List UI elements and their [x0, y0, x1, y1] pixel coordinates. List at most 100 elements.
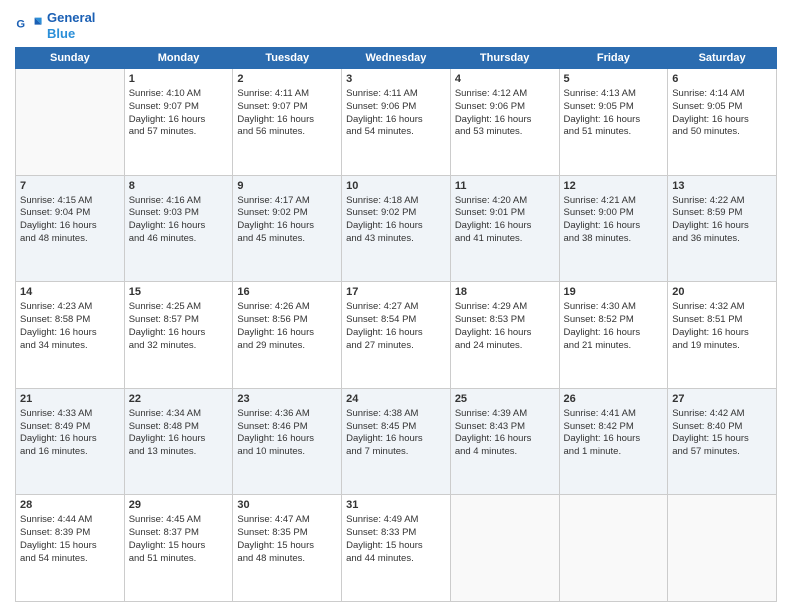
day-detail: Sunrise: 4:30 AM Sunset: 8:52 PM Dayligh… [564, 301, 664, 352]
day-number: 15 [129, 285, 229, 300]
day-number: 24 [346, 392, 446, 407]
day-number: 7 [20, 179, 120, 194]
day-detail: Sunrise: 4:44 AM Sunset: 8:39 PM Dayligh… [20, 514, 120, 565]
header-saturday: Saturday [668, 48, 777, 69]
calendar-cell: 18Sunrise: 4:29 AM Sunset: 8:53 PM Dayli… [450, 282, 559, 389]
calendar-table: Sunday Monday Tuesday Wednesday Thursday… [15, 47, 777, 602]
day-detail: Sunrise: 4:12 AM Sunset: 9:06 PM Dayligh… [455, 88, 555, 139]
header-thursday: Thursday [450, 48, 559, 69]
calendar-cell: 21Sunrise: 4:33 AM Sunset: 8:49 PM Dayli… [16, 388, 125, 495]
calendar-cell [450, 495, 559, 602]
day-number: 28 [20, 498, 120, 513]
day-number: 22 [129, 392, 229, 407]
day-number: 12 [564, 179, 664, 194]
calendar-week-4: 21Sunrise: 4:33 AM Sunset: 8:49 PM Dayli… [16, 388, 777, 495]
day-number: 31 [346, 498, 446, 513]
day-number: 21 [20, 392, 120, 407]
calendar-cell: 4Sunrise: 4:12 AM Sunset: 9:06 PM Daylig… [450, 69, 559, 176]
calendar-cell: 26Sunrise: 4:41 AM Sunset: 8:42 PM Dayli… [559, 388, 668, 495]
day-detail: Sunrise: 4:10 AM Sunset: 9:07 PM Dayligh… [129, 88, 229, 139]
day-detail: Sunrise: 4:33 AM Sunset: 8:49 PM Dayligh… [20, 408, 120, 459]
day-detail: Sunrise: 4:18 AM Sunset: 9:02 PM Dayligh… [346, 195, 446, 246]
calendar-cell: 11Sunrise: 4:20 AM Sunset: 9:01 PM Dayli… [450, 175, 559, 282]
calendar-cell: 12Sunrise: 4:21 AM Sunset: 9:00 PM Dayli… [559, 175, 668, 282]
calendar-cell: 24Sunrise: 4:38 AM Sunset: 8:45 PM Dayli… [342, 388, 451, 495]
svg-text:G: G [16, 18, 25, 30]
calendar-cell: 13Sunrise: 4:22 AM Sunset: 8:59 PM Dayli… [668, 175, 777, 282]
day-number: 10 [346, 179, 446, 194]
logo-line2: Blue [47, 26, 95, 42]
day-detail: Sunrise: 4:11 AM Sunset: 9:06 PM Dayligh… [346, 88, 446, 139]
day-number: 3 [346, 72, 446, 87]
calendar-cell: 29Sunrise: 4:45 AM Sunset: 8:37 PM Dayli… [124, 495, 233, 602]
day-detail: Sunrise: 4:32 AM Sunset: 8:51 PM Dayligh… [672, 301, 772, 352]
page-header: G General Blue [15, 10, 777, 41]
day-number: 30 [237, 498, 337, 513]
day-detail: Sunrise: 4:17 AM Sunset: 9:02 PM Dayligh… [237, 195, 337, 246]
day-detail: Sunrise: 4:49 AM Sunset: 8:33 PM Dayligh… [346, 514, 446, 565]
day-detail: Sunrise: 4:27 AM Sunset: 8:54 PM Dayligh… [346, 301, 446, 352]
day-detail: Sunrise: 4:38 AM Sunset: 8:45 PM Dayligh… [346, 408, 446, 459]
logo: G General Blue [15, 10, 95, 41]
calendar-cell [559, 495, 668, 602]
calendar-cell [668, 495, 777, 602]
day-detail: Sunrise: 4:11 AM Sunset: 9:07 PM Dayligh… [237, 88, 337, 139]
calendar-cell: 8Sunrise: 4:16 AM Sunset: 9:03 PM Daylig… [124, 175, 233, 282]
day-detail: Sunrise: 4:22 AM Sunset: 8:59 PM Dayligh… [672, 195, 772, 246]
header-sunday: Sunday [16, 48, 125, 69]
calendar-cell: 25Sunrise: 4:39 AM Sunset: 8:43 PM Dayli… [450, 388, 559, 495]
day-detail: Sunrise: 4:41 AM Sunset: 8:42 PM Dayligh… [564, 408, 664, 459]
day-number: 17 [346, 285, 446, 300]
day-detail: Sunrise: 4:29 AM Sunset: 8:53 PM Dayligh… [455, 301, 555, 352]
calendar-cell: 6Sunrise: 4:14 AM Sunset: 9:05 PM Daylig… [668, 69, 777, 176]
logo-line1: General [47, 10, 95, 26]
day-number: 20 [672, 285, 772, 300]
header-tuesday: Tuesday [233, 48, 342, 69]
calendar-cell: 30Sunrise: 4:47 AM Sunset: 8:35 PM Dayli… [233, 495, 342, 602]
day-number: 1 [129, 72, 229, 87]
day-number: 6 [672, 72, 772, 87]
day-detail: Sunrise: 4:26 AM Sunset: 8:56 PM Dayligh… [237, 301, 337, 352]
calendar-cell: 19Sunrise: 4:30 AM Sunset: 8:52 PM Dayli… [559, 282, 668, 389]
logo-icon: G [15, 12, 43, 40]
day-detail: Sunrise: 4:25 AM Sunset: 8:57 PM Dayligh… [129, 301, 229, 352]
day-number: 18 [455, 285, 555, 300]
day-detail: Sunrise: 4:34 AM Sunset: 8:48 PM Dayligh… [129, 408, 229, 459]
day-number: 23 [237, 392, 337, 407]
day-detail: Sunrise: 4:36 AM Sunset: 8:46 PM Dayligh… [237, 408, 337, 459]
header-wednesday: Wednesday [342, 48, 451, 69]
day-detail: Sunrise: 4:42 AM Sunset: 8:40 PM Dayligh… [672, 408, 772, 459]
calendar-week-3: 14Sunrise: 4:23 AM Sunset: 8:58 PM Dayli… [16, 282, 777, 389]
day-number: 2 [237, 72, 337, 87]
calendar-cell: 10Sunrise: 4:18 AM Sunset: 9:02 PM Dayli… [342, 175, 451, 282]
calendar-cell: 22Sunrise: 4:34 AM Sunset: 8:48 PM Dayli… [124, 388, 233, 495]
day-number: 25 [455, 392, 555, 407]
calendar-cell: 16Sunrise: 4:26 AM Sunset: 8:56 PM Dayli… [233, 282, 342, 389]
day-number: 13 [672, 179, 772, 194]
calendar-cell: 5Sunrise: 4:13 AM Sunset: 9:05 PM Daylig… [559, 69, 668, 176]
day-number: 26 [564, 392, 664, 407]
calendar-cell: 1Sunrise: 4:10 AM Sunset: 9:07 PM Daylig… [124, 69, 233, 176]
calendar-cell: 17Sunrise: 4:27 AM Sunset: 8:54 PM Dayli… [342, 282, 451, 389]
calendar-cell: 27Sunrise: 4:42 AM Sunset: 8:40 PM Dayli… [668, 388, 777, 495]
day-detail: Sunrise: 4:15 AM Sunset: 9:04 PM Dayligh… [20, 195, 120, 246]
day-detail: Sunrise: 4:47 AM Sunset: 8:35 PM Dayligh… [237, 514, 337, 565]
calendar-cell: 2Sunrise: 4:11 AM Sunset: 9:07 PM Daylig… [233, 69, 342, 176]
day-detail: Sunrise: 4:23 AM Sunset: 8:58 PM Dayligh… [20, 301, 120, 352]
calendar-header-row: Sunday Monday Tuesday Wednesday Thursday… [16, 48, 777, 69]
calendar-cell: 31Sunrise: 4:49 AM Sunset: 8:33 PM Dayli… [342, 495, 451, 602]
day-detail: Sunrise: 4:16 AM Sunset: 9:03 PM Dayligh… [129, 195, 229, 246]
day-detail: Sunrise: 4:13 AM Sunset: 9:05 PM Dayligh… [564, 88, 664, 139]
day-detail: Sunrise: 4:39 AM Sunset: 8:43 PM Dayligh… [455, 408, 555, 459]
calendar-cell: 28Sunrise: 4:44 AM Sunset: 8:39 PM Dayli… [16, 495, 125, 602]
day-detail: Sunrise: 4:21 AM Sunset: 9:00 PM Dayligh… [564, 195, 664, 246]
header-monday: Monday [124, 48, 233, 69]
calendar-week-2: 7Sunrise: 4:15 AM Sunset: 9:04 PM Daylig… [16, 175, 777, 282]
day-number: 19 [564, 285, 664, 300]
header-friday: Friday [559, 48, 668, 69]
calendar-week-5: 28Sunrise: 4:44 AM Sunset: 8:39 PM Dayli… [16, 495, 777, 602]
day-detail: Sunrise: 4:14 AM Sunset: 9:05 PM Dayligh… [672, 88, 772, 139]
day-number: 5 [564, 72, 664, 87]
calendar-cell: 23Sunrise: 4:36 AM Sunset: 8:46 PM Dayli… [233, 388, 342, 495]
calendar-cell: 14Sunrise: 4:23 AM Sunset: 8:58 PM Dayli… [16, 282, 125, 389]
